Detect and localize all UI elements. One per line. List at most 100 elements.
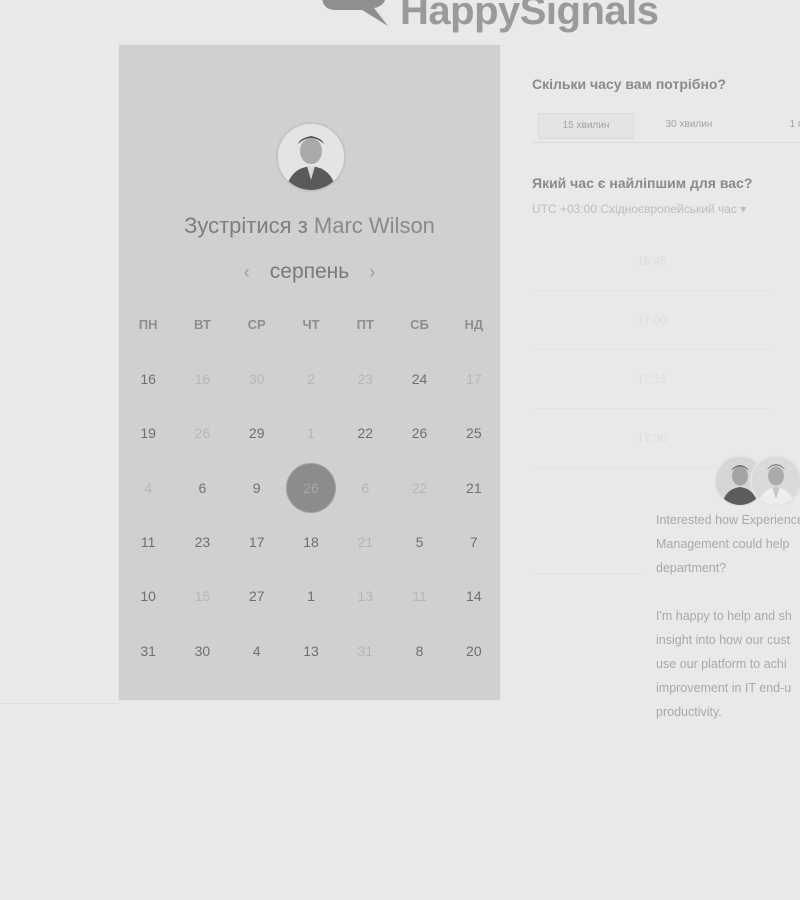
calendar-day[interactable]: 22: [338, 406, 392, 460]
calendar-day-number: 26: [411, 425, 428, 442]
calendar-day-number: 21: [466, 479, 482, 496]
calendar-day-number: 16: [140, 371, 156, 388]
calendar-week-row: 16 16 30 2 23 24 17: [121, 352, 501, 406]
weekday-label: СР: [247, 317, 266, 332]
time-slot[interactable]: 17:15: [532, 350, 772, 409]
calendar-day[interactable]: 5: [392, 515, 446, 569]
weekday-label: ПН: [138, 317, 158, 332]
duration-option-60[interactable]: 1 год: [754, 113, 800, 137]
calendar-day[interactable]: 14: [447, 569, 501, 623]
time-slot-list: 16:45 17:00 17:15 17:30: [532, 232, 772, 468]
advisor-avatars: [714, 455, 800, 507]
calendar-day: 11: [392, 569, 446, 623]
weekday-label: ВТ: [194, 317, 211, 332]
calendar-day[interactable]: 7: [447, 515, 501, 569]
time-slot[interactable]: 17:00: [532, 291, 772, 350]
calendar-day: 13: [338, 569, 392, 623]
calendar-day-number: 14: [466, 588, 482, 605]
calendar-day-number: 31: [357, 642, 374, 659]
calendar-week-row: 4 6 9 26 6 22 21: [121, 461, 501, 515]
calendar-day: 30: [230, 352, 284, 406]
calendar-day[interactable]: 19: [121, 406, 175, 460]
calendar-day[interactable]: 10: [121, 569, 175, 623]
calendar-day[interactable]: 4: [230, 623, 284, 677]
calendar-day-number: 7: [469, 534, 478, 551]
duration-option-30[interactable]: 30 хвилин: [642, 113, 736, 137]
time-slot[interactable]: 16:45: [532, 232, 772, 291]
calendar-day[interactable]: 30: [175, 623, 229, 677]
calendar-day-number: 18: [303, 534, 319, 551]
calendar-day-number: 24: [411, 371, 428, 388]
calendar-day[interactable]: 6: [175, 461, 229, 515]
calendar-day-number: 27: [248, 588, 265, 605]
calendar-day[interactable]: 26: [392, 406, 446, 460]
weekday-label: ЧТ: [302, 317, 320, 332]
calendar-day-number: 29: [248, 425, 265, 442]
calendar-day-number: 22: [357, 425, 374, 442]
calendar-day[interactable]: 21: [447, 461, 501, 515]
calendar-grid: 16 16 30 2 23 24 17 19 26 29 1 22 26 25 4 6 9 26 6 22 21 11 23…: [121, 352, 501, 678]
calendar-day-number: 20: [466, 642, 482, 659]
calendar-day[interactable]: 18: [284, 515, 338, 569]
timezone-select[interactable]: UTC +03:00 Східноєвропейський час ▾: [532, 202, 746, 216]
calendar-day[interactable]: 27: [230, 569, 284, 623]
calendar-day: 2: [284, 352, 338, 406]
info-line: department?: [656, 561, 727, 575]
calendar-day: 23: [338, 352, 392, 406]
calendar-day: 22: [392, 461, 446, 515]
next-month-chevron-icon[interactable]: ›: [361, 262, 383, 283]
calendar-day: 26: [175, 406, 229, 460]
weekday-label: НД: [464, 317, 484, 332]
calendar-day-number: 22: [411, 479, 428, 496]
calendar-day[interactable]: 11: [121, 515, 175, 569]
month-label: серпень: [269, 260, 350, 283]
duration-option-15[interactable]: 15 хвилин: [538, 113, 634, 139]
prev-month-chevron-icon[interactable]: ‹: [236, 262, 258, 283]
brand-name: HappySignals: [400, 0, 659, 33]
calendar-day-number: 13: [357, 588, 374, 605]
info-line: insight into how our cust: [656, 633, 791, 647]
calendar-day[interactable]: 20: [447, 623, 501, 677]
calendar-day: 21: [338, 515, 392, 569]
calendar-week-row: 11 23 17 18 21 5 7: [121, 515, 501, 569]
calendar-week-row: 19 26 29 1 22 26 25: [121, 406, 501, 460]
calendar-day[interactable]: 31: [121, 623, 175, 677]
calendar-day-number: 17: [466, 371, 482, 388]
calendar-day-number: 6: [361, 479, 370, 496]
calendar-day[interactable]: 16: [121, 352, 175, 406]
duration-options: 15 хвилин 30 хвилин 1 год: [532, 110, 800, 143]
calendar-day-number: 6: [198, 479, 207, 496]
calendar-day-number: 31: [140, 642, 156, 659]
calendar-day: 1: [284, 406, 338, 460]
chevron-down-icon: ▾: [740, 202, 747, 216]
calendar-day[interactable]: 29: [230, 406, 284, 460]
calendar-day: 6: [338, 461, 392, 515]
info-paragraph-1: Interested how Experience Management cou…: [656, 508, 800, 580]
calendar-day[interactable]: 1: [284, 569, 338, 623]
calendar-day-number: 25: [466, 425, 482, 442]
calendar-day[interactable]: 8: [392, 623, 446, 677]
calendar-day-number: 8: [415, 642, 424, 659]
calendar-day-number: 26: [285, 462, 336, 513]
meeting-title: Зустрітися з Marc Wilson: [119, 213, 500, 239]
duration-question: Скільки часу вам потрібно?: [532, 76, 727, 92]
info-line: I'm happy to help and sh: [656, 609, 792, 623]
calendar-day: 17: [447, 352, 501, 406]
divider: [532, 573, 642, 574]
advisor-avatar: [750, 455, 800, 507]
calendar-day[interactable]: 13: [284, 623, 338, 677]
calendar-day[interactable]: 17: [230, 515, 284, 569]
calendar-day-selected[interactable]: 26: [284, 461, 338, 515]
calendar-day-number: 2: [307, 371, 315, 388]
calendar-day[interactable]: 23: [175, 515, 229, 569]
calendar-day[interactable]: 9: [230, 461, 284, 515]
calendar-day-number: 23: [194, 534, 211, 551]
calendar-day: 15: [175, 569, 229, 623]
calendar-week-row: 10 15 27 1 13 11 14: [121, 569, 501, 623]
month-navigation: ‹ серпень ›: [119, 257, 500, 287]
calendar-day[interactable]: 25: [447, 406, 501, 460]
calendar-day: 16: [175, 352, 229, 406]
info-line: productivity.: [656, 705, 722, 719]
info-line: Interested how Experience: [656, 513, 800, 527]
calendar-day[interactable]: 24: [392, 352, 446, 406]
